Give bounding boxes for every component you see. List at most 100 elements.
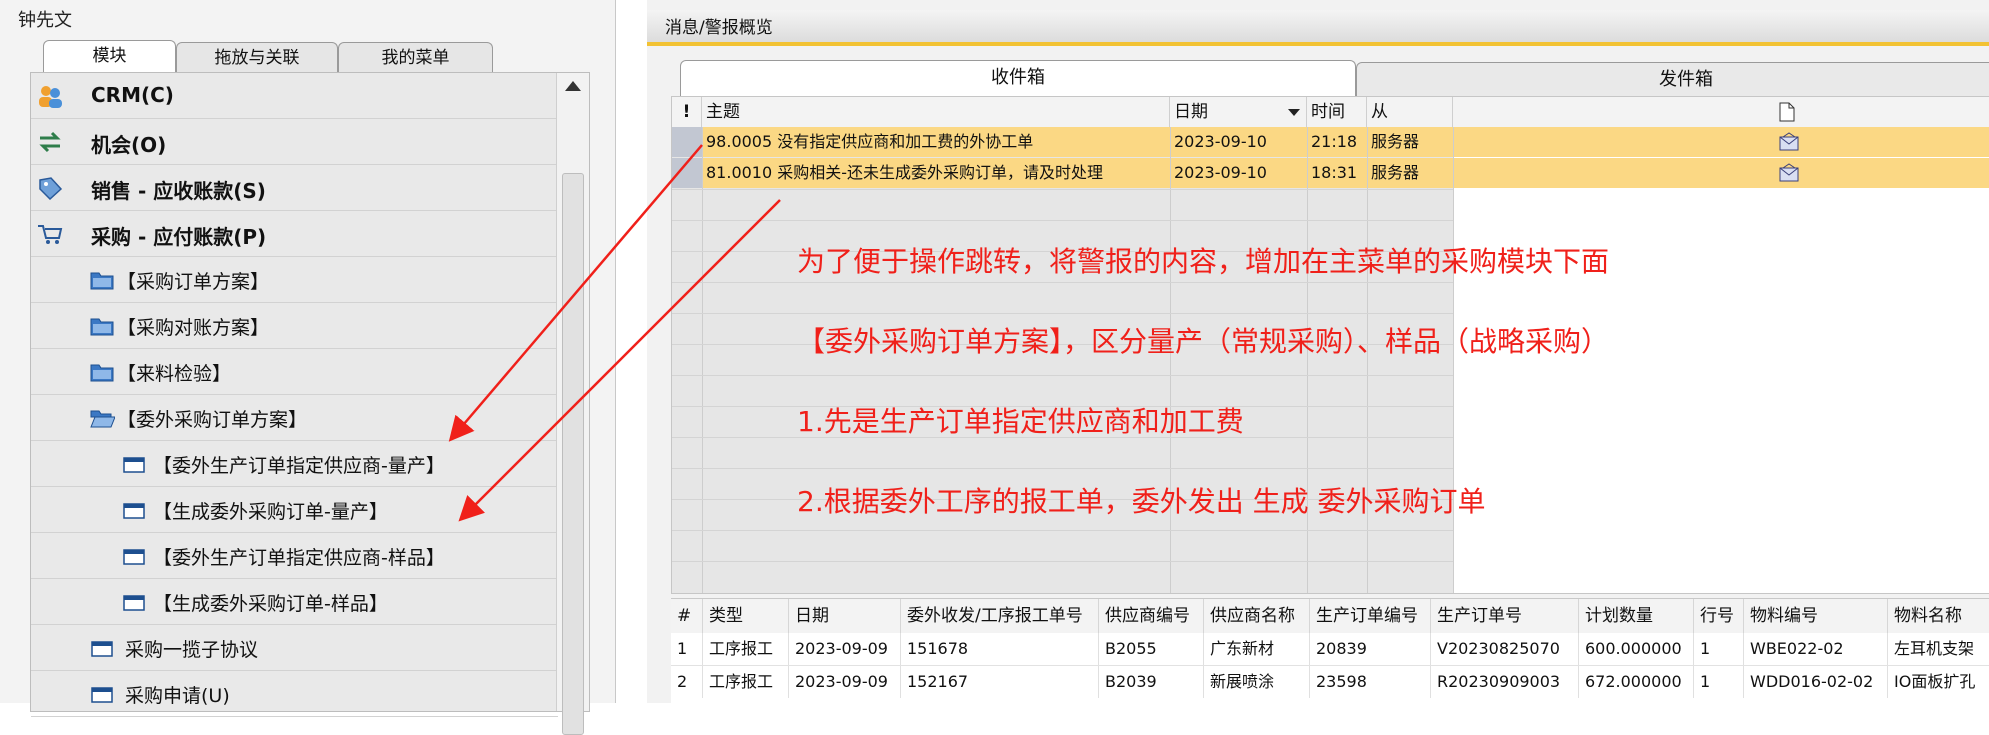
grid-divider bbox=[672, 189, 1453, 190]
tab-my-menu[interactable]: 我的菜单 bbox=[338, 42, 493, 72]
menu-item-generate-po-mass[interactable]: 【生成委外采购订单-量产】 bbox=[31, 487, 558, 533]
col-priority[interactable]: ! bbox=[672, 97, 702, 127]
envelope-icon bbox=[1779, 132, 1799, 157]
menu-scrollbar[interactable] bbox=[556, 73, 589, 735]
detail-col-header[interactable]: 日期 bbox=[789, 599, 901, 633]
grid-divider bbox=[1453, 127, 1454, 593]
grid-divider bbox=[672, 561, 1453, 562]
menu-item-label: 【采购订单方案】 bbox=[117, 271, 270, 293]
menu-item-label: 【采购对账方案】 bbox=[117, 317, 270, 339]
col-subject[interactable]: 主题 bbox=[702, 97, 1170, 127]
cell-supplier-name: 广东新材 bbox=[1204, 633, 1310, 665]
cell-index: 1 bbox=[671, 633, 703, 665]
scroll-thumb[interactable] bbox=[562, 173, 584, 735]
grid-divider bbox=[672, 530, 1453, 531]
annotation-note: 2.根据委外工序的报工单，委外发出 生成 委外采购订单 bbox=[797, 485, 1486, 518]
row-date: 2023-09-10 bbox=[1174, 132, 1267, 151]
tab-modules[interactable]: 模块 bbox=[43, 40, 176, 72]
menu-item-incoming-inspection[interactable]: 【来料检验】 bbox=[31, 349, 558, 395]
tag-icon bbox=[37, 176, 63, 201]
row-time: 21:18 bbox=[1311, 132, 1358, 151]
col-date[interactable]: 日期 bbox=[1170, 97, 1307, 127]
menu-item-assign-supplier-mass[interactable]: 【委外生产订单指定供应商-量产】 bbox=[31, 441, 558, 487]
detail-col-header[interactable]: 供应商编号 bbox=[1099, 599, 1204, 633]
menu-item-label: 【生成委外采购订单-样品】 bbox=[153, 593, 388, 615]
menu-item-purchasing[interactable]: 采购 - 应付账款(P) bbox=[31, 211, 558, 257]
grid-empty-area bbox=[1453, 127, 1989, 593]
table-row[interactable]: 1 工序报工 2023-09-09 151678 B2055 广东新材 2083… bbox=[671, 633, 1989, 666]
alert-detail-table: # 类型 日期 委外收发/工序报工单号 供应商编号 供应商名称 生产订单编号 生… bbox=[671, 598, 1989, 704]
cell-item-code: WDD016-02-02 bbox=[1744, 666, 1888, 698]
grid-divider bbox=[1307, 127, 1308, 593]
form-icon bbox=[121, 590, 147, 614]
detail-col-header[interactable]: 生产订单号 bbox=[1431, 599, 1579, 633]
row-attachment-cell[interactable] bbox=[1453, 127, 1989, 157]
row-attachment-cell[interactable] bbox=[1453, 158, 1989, 188]
menu-item-assign-supplier-sample[interactable]: 【委外生产订单指定供应商-样品】 bbox=[31, 533, 558, 579]
detail-col-header[interactable]: 类型 bbox=[703, 599, 789, 633]
folder-icon bbox=[89, 360, 115, 384]
detail-col-header[interactable]: # bbox=[671, 599, 703, 633]
menu-item-purchase-request[interactable]: 采购申请(U) bbox=[31, 671, 558, 717]
menu-item-label: 【委外生产订单指定供应商-量产】 bbox=[153, 455, 445, 477]
menu-item-generate-po-sample[interactable]: 【生成委外采购订单-样品】 bbox=[31, 579, 558, 625]
col-from[interactable]: 从 bbox=[1367, 97, 1453, 127]
menu-item-po-scheme[interactable]: 【采购订单方案】 bbox=[31, 257, 558, 303]
menu-item-outsourcing-po-scheme[interactable]: 【委外采购订单方案】 bbox=[31, 395, 558, 441]
cell-production-order-no: R20230909003 bbox=[1431, 666, 1579, 698]
row-subject: 81.0010 采购相关-还未生成委外采购订单，请及时处理 bbox=[706, 163, 1104, 182]
cell-index: 2 bbox=[671, 666, 703, 698]
menu-item-label: 销售 - 应收账款(S) bbox=[91, 179, 266, 203]
cell-supplier-name: 新展喷涂 bbox=[1204, 666, 1310, 698]
grid-divider bbox=[672, 220, 1453, 221]
col-date-label: 日期 bbox=[1174, 102, 1208, 122]
menu-item-crm[interactable]: CRM(C) bbox=[31, 73, 558, 119]
detail-col-header[interactable]: 行号 bbox=[1694, 599, 1744, 633]
form-icon bbox=[121, 452, 147, 476]
main-menu-panel: 钟先文 模块 拖放与关联 我的菜单 CRM(C) 机会(O) 销售 - 应收账款… bbox=[0, 0, 616, 735]
envelope-icon bbox=[1779, 163, 1799, 188]
detail-col-header[interactable]: 供应商名称 bbox=[1204, 599, 1310, 633]
col-time[interactable]: 时间 bbox=[1307, 97, 1367, 127]
folder-icon bbox=[89, 314, 115, 338]
menu-item-label: 采购 - 应付账款(P) bbox=[91, 225, 267, 249]
inbox-row[interactable]: 81.0010 采购相关-还未生成委外采购订单，请及时处理 2023-09-10… bbox=[672, 158, 1453, 188]
user-name: 钟先文 bbox=[18, 10, 72, 31]
people-icon bbox=[37, 84, 63, 108]
detail-col-header[interactable]: 委外收发/工序报工单号 bbox=[901, 599, 1099, 633]
menu-item-sales[interactable]: 销售 - 应收账款(S) bbox=[31, 165, 558, 211]
cell-date: 2023-09-09 bbox=[789, 633, 901, 665]
inbox-row[interactable]: 98.0005 没有指定供应商和加工费的外协工单 2023-09-10 21:1… bbox=[672, 127, 1453, 157]
form-icon bbox=[89, 682, 115, 706]
menu-item-blanket-agreement[interactable]: 采购一揽子协议 bbox=[31, 625, 558, 671]
detail-col-header[interactable]: 计划数量 bbox=[1579, 599, 1694, 633]
cell-type: 工序报工 bbox=[703, 633, 789, 665]
menu-item-opportunities[interactable]: 机会(O) bbox=[31, 119, 558, 165]
menu-item-label: 采购申请(U) bbox=[125, 685, 230, 707]
table-row[interactable]: 2 工序报工 2023-09-09 152167 B2039 新展喷涂 2359… bbox=[671, 666, 1989, 698]
detail-col-header[interactable]: 生产订单编号 bbox=[1310, 599, 1431, 633]
detail-col-header[interactable]: 物料名称 bbox=[1888, 599, 1989, 633]
scroll-up-icon[interactable] bbox=[565, 81, 581, 91]
grid-divider bbox=[672, 313, 1453, 314]
row-date: 2023-09-10 bbox=[1174, 163, 1267, 182]
row-from: 服务器 bbox=[1371, 163, 1420, 182]
tab-inbox[interactable]: 收件箱 bbox=[680, 60, 1356, 96]
form-icon bbox=[121, 544, 147, 568]
tab-drag-relate[interactable]: 拖放与关联 bbox=[176, 42, 338, 72]
grid-divider bbox=[1170, 127, 1171, 593]
grid-divider bbox=[672, 375, 1453, 376]
col-attachment[interactable] bbox=[1453, 97, 1989, 127]
cell-line-no: 1 bbox=[1694, 666, 1744, 698]
menu-item-reconciliation-scheme[interactable]: 【采购对账方案】 bbox=[31, 303, 558, 349]
cell-supplier-code: B2055 bbox=[1099, 633, 1204, 665]
row-time: 18:31 bbox=[1311, 163, 1358, 182]
menu-item-label: 【委外采购订单方案】 bbox=[117, 409, 308, 431]
detail-col-header[interactable]: 物料编号 bbox=[1744, 599, 1888, 633]
cell-supplier-code: B2039 bbox=[1099, 666, 1204, 698]
cell-date: 2023-09-09 bbox=[789, 666, 901, 698]
tab-outbox[interactable]: 发件箱 bbox=[1356, 62, 1989, 96]
menu-item-label: 采购一揽子协议 bbox=[125, 639, 259, 661]
cell-planned-qty: 672.000000 bbox=[1579, 666, 1694, 698]
grid-header: ! 主题 日期 时间 从 bbox=[672, 97, 1989, 128]
